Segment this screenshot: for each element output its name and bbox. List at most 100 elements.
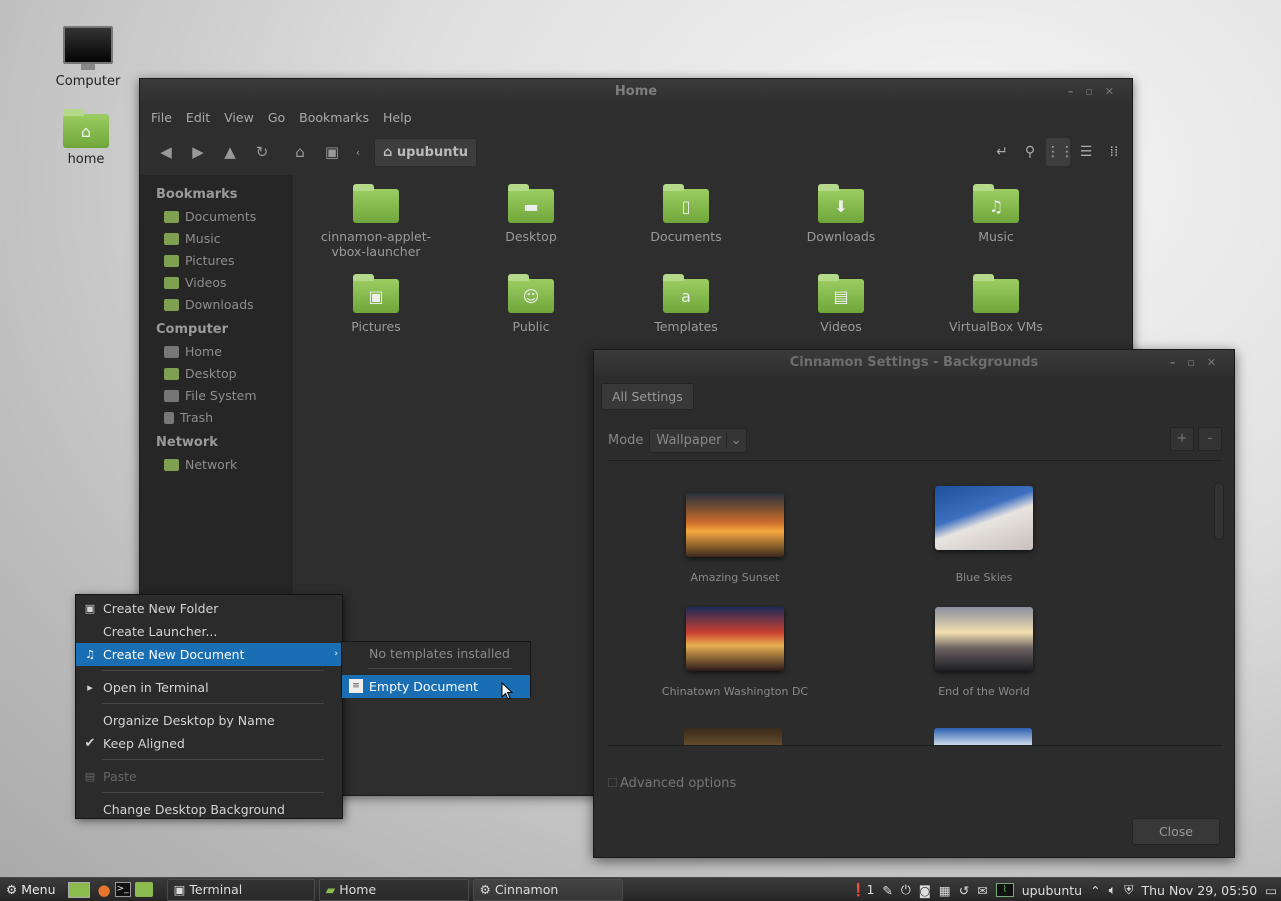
camera-icon[interactable]: ◙	[919, 883, 931, 898]
menu-file[interactable]: File	[144, 110, 179, 125]
terminal-icon: ▣	[173, 881, 186, 897]
menu-item-change-desktop-background[interactable]: Change Desktop Background	[76, 798, 342, 821]
sidebar-item-downloads[interactable]: Downloads	[140, 294, 293, 316]
search-icon[interactable]: ⚲	[1018, 138, 1042, 166]
minimize-icon[interactable]: –	[1170, 356, 1188, 369]
all-settings-button[interactable]: All Settings	[601, 383, 694, 410]
desktop-icon-computer[interactable]: Computer	[48, 26, 128, 89]
file-item[interactable]: ☺ Public	[461, 274, 601, 334]
user-applet[interactable]: upubuntu	[1022, 883, 1082, 898]
sidebar-item-music[interactable]: Music	[140, 228, 293, 250]
desktop-icon-home[interactable]: ⌂ home	[46, 109, 126, 167]
update-icon[interactable]: ↺	[959, 883, 969, 898]
menu-item-keep-aligned[interactable]: ✔ Keep Aligned	[76, 732, 342, 755]
wallpaper-item[interactable]: End of the World	[884, 607, 1084, 698]
remove-wallpaper-button[interactable]: -	[1198, 427, 1222, 451]
show-desktop-icon[interactable]	[67, 881, 90, 898]
scrollbar-thumb[interactable]	[1214, 482, 1224, 540]
advanced-options-checkbox[interactable]: Advanced options	[608, 776, 736, 791]
menu-bookmarks[interactable]: Bookmarks	[292, 110, 376, 125]
wallpaper-thumbnail	[686, 607, 784, 671]
taskbar: ⚙ Menu ● >_ ▣ Terminal ▰ Home ⚙ Cinnamon…	[0, 877, 1281, 901]
home-icon[interactable]: ⌂	[284, 143, 316, 161]
minimize-icon[interactable]: –	[1068, 85, 1086, 98]
sidebar-item-network[interactable]: Network	[140, 454, 293, 476]
clock[interactable]: Thu Nov 29, 05:50	[1141, 883, 1257, 898]
menu-item-paste[interactable]: ▤ Paste	[76, 765, 342, 788]
compact-view-icon[interactable]: ⁞⁞	[1102, 138, 1126, 166]
volume-icon[interactable]: 🔈︎	[1109, 882, 1117, 898]
menu-item-open-in-terminal[interactable]: ▸ Open in Terminal	[76, 676, 342, 699]
firefox-icon[interactable]: ●	[98, 881, 111, 899]
chevron-up-icon[interactable]: ⌃	[1090, 883, 1100, 898]
file-item[interactable]: a Templates	[616, 274, 756, 334]
file-item[interactable]: ▣ Pictures	[306, 274, 446, 334]
icon-view-icon[interactable]: ⋮⋮	[1046, 138, 1074, 166]
mail-icon[interactable]: ✉	[977, 883, 987, 898]
breadcrumb-location[interactable]: ⌂ upubuntu	[374, 137, 477, 167]
files-launcher-icon[interactable]	[134, 882, 153, 897]
file-item[interactable]: ♫ Music	[926, 184, 1066, 244]
sidebar-item-trash[interactable]: Trash	[140, 407, 293, 429]
menu-help[interactable]: Help	[376, 110, 419, 125]
notifications-applet[interactable]: ❗1	[851, 882, 875, 898]
system-monitor-icon[interactable]: ⌇	[995, 883, 1014, 897]
workspace-icon[interactable]: ▭	[1265, 883, 1277, 898]
file-item[interactable]: ▯ Documents	[616, 184, 756, 244]
toggle-location-icon[interactable]: ↵	[990, 138, 1014, 166]
sidebar-item-pictures[interactable]: Pictures	[140, 250, 293, 272]
sidebar-item-file-system[interactable]: File System	[140, 385, 293, 407]
reload-icon[interactable]: ↻	[246, 143, 278, 161]
sidebar-item-desktop[interactable]: Desktop	[140, 363, 293, 385]
add-wallpaper-button[interactable]: +	[1170, 427, 1194, 451]
menu-item-create-new-folder[interactable]: ▣ Create New Folder	[76, 597, 342, 620]
keyboard-icon[interactable]: ▦	[939, 883, 951, 898]
wallpaper-item[interactable]: Chinatown Washington DC	[635, 607, 835, 698]
taskbar-window-home[interactable]: ▰ Home	[318, 878, 469, 901]
forward-arrow-icon[interactable]: ▶	[182, 143, 214, 161]
computer-icon[interactable]: ▣	[316, 143, 348, 161]
taskbar-window-terminal[interactable]: ▣ Terminal	[166, 878, 315, 901]
menu-item-organize-desktop[interactable]: Organize Desktop by Name	[76, 709, 342, 732]
window-titlebar[interactable]: Cinnamon Settings - Backgrounds –▫✕	[594, 350, 1234, 376]
file-item[interactable]: VirtualBox VMs	[926, 274, 1066, 334]
sidebar-item-documents[interactable]: Documents	[140, 206, 293, 228]
file-name: Desktop	[505, 229, 557, 244]
menu-item-create-new-document[interactable]: ♫ Create New Document ›	[76, 643, 342, 666]
menu-button[interactable]: ⚙ Menu	[6, 882, 56, 897]
pen-icon[interactable]: ✎	[882, 883, 892, 898]
notification-count: 1	[866, 882, 875, 897]
window-titlebar[interactable]: Home –▫✕	[140, 79, 1132, 105]
file-item[interactable]: cinnamon-applet-vbox-launcher	[306, 184, 446, 259]
menu-item-label: Create New Folder	[103, 601, 219, 616]
close-icon[interactable]: ✕	[1105, 85, 1126, 98]
sidebar-item-videos[interactable]: Videos	[140, 272, 293, 294]
up-arrow-icon[interactable]: ▲	[214, 143, 246, 161]
menu-go[interactable]: Go	[261, 110, 292, 125]
power-icon[interactable]: ⏻	[901, 882, 911, 898]
maximize-icon[interactable]: ▫	[1187, 356, 1206, 369]
shield-icon[interactable]: ⛨	[1124, 882, 1133, 898]
menu-edit[interactable]: Edit	[179, 110, 217, 125]
terminal-launcher-icon[interactable]: >_	[114, 882, 131, 897]
file-item[interactable]: ▤ Videos	[771, 274, 911, 334]
taskbar-window-settings[interactable]: ⚙ Cinnamon Settings...	[472, 878, 623, 901]
mode-select[interactable]: Wallpaper ⌄	[649, 427, 747, 453]
menu-item-create-launcher[interactable]: Create Launcher...	[76, 620, 342, 643]
close-button[interactable]: Close	[1131, 818, 1220, 845]
file-item[interactable]: ⬇ Downloads	[771, 184, 911, 244]
sidebar-item-home[interactable]: Home	[140, 341, 293, 363]
maximize-icon[interactable]: ▫	[1085, 85, 1104, 98]
menu-view[interactable]: View	[217, 110, 261, 125]
file-item[interactable]: ▬ Desktop	[461, 184, 601, 244]
list-view-icon[interactable]: ☰	[1074, 138, 1098, 166]
desktop-context-menu: ▣ Create New Folder Create Launcher... ♫ C…	[75, 594, 343, 819]
wallpaper-item[interactable]: Amazing Sunset	[635, 493, 835, 584]
back-arrow-icon[interactable]: ◀	[150, 143, 182, 161]
close-icon[interactable]: ✕	[1207, 356, 1228, 369]
wallpaper-thumbnail[interactable]	[934, 728, 1032, 745]
sidebar-item-label: Home	[185, 344, 222, 359]
wallpaper-thumbnail[interactable]	[684, 728, 782, 745]
wallpaper-item[interactable]: Blue Skies	[884, 486, 1084, 584]
chevron-left-icon[interactable]: ‹	[348, 146, 368, 159]
